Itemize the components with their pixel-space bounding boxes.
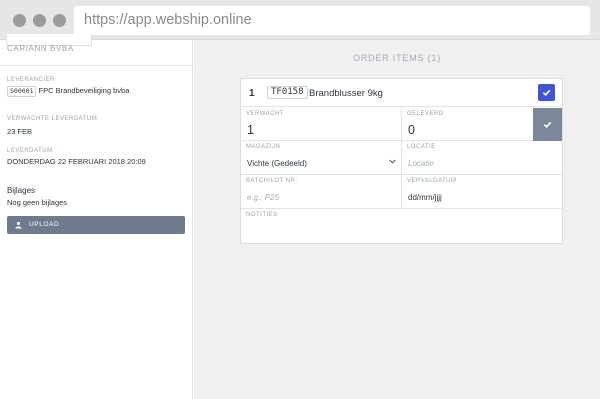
address-bar[interactable]: https://app.webship.online: [74, 6, 590, 35]
sidebar: CARIANN BVBA LEVERANCIER S00001 FPC Brand…: [0, 34, 193, 399]
verwachte-leverdatum-label: VERWACHTE LEVERDATUM: [7, 116, 98, 122]
order-item-header: 1 TF0158 Brandblusser 9kg: [241, 79, 562, 107]
leverancier-value: S00001 FPC Brandbeveiliging bvba: [7, 86, 129, 97]
geleverd-value: 0: [408, 123, 415, 137]
verwacht-value: 1: [247, 123, 254, 137]
batch-lot-input[interactable]: BATCH/LOT NR. e.g.: P25: [241, 175, 402, 209]
verwacht-field[interactable]: VERWACHT 1: [241, 108, 402, 141]
order-item-card: 1 TF0158 Brandblusser 9kg VERWACHT 1 GEL…: [240, 78, 563, 244]
divider: [0, 65, 193, 66]
leverdatum-label: LEVERDATUM: [7, 148, 53, 154]
supplier-name: FPC Brandbeveiliging bvba: [38, 86, 130, 95]
vervaldatum-input[interactable]: VERVALDATUM dd/mm/jjjj: [402, 175, 562, 209]
order-items-title: ORDER ITEMS (1): [352, 53, 441, 63]
bijlages-title: Bijlages: [7, 186, 36, 195]
leverdatum-value: DONDERDAG 22 FEBRUARI 2018 20:09: [7, 157, 146, 166]
vervaldatum-label: VERVALDATUM: [407, 178, 457, 184]
vervaldatum-value: dd/mm/jjjj: [408, 193, 442, 202]
upload-icon: [15, 221, 22, 229]
geleverd-field[interactable]: GELEVERD 0: [402, 108, 533, 141]
locatie-placeholder: Locatie: [408, 159, 434, 168]
company-name: CARIANN BVBA: [7, 44, 74, 53]
upload-label: UPLOAD: [29, 221, 60, 228]
column-divider: [401, 108, 402, 209]
item-name: Brandblusser 9kg: [309, 88, 383, 99]
verwachte-leverdatum-value: 23 FEB: [7, 127, 33, 136]
check-icon: [542, 89, 551, 96]
upload-button[interactable]: UPLOAD: [7, 216, 185, 234]
window-close-dot[interactable]: [13, 14, 26, 27]
confirm-item-button[interactable]: [538, 84, 555, 101]
supplier-code-badge: S00001: [7, 86, 37, 97]
window-minimize-dot[interactable]: [33, 14, 46, 27]
chevron-down-icon: [389, 159, 396, 164]
notities-input[interactable]: NOTITIES: [241, 209, 562, 243]
item-number: 1: [249, 88, 255, 99]
leverancier-label: LEVERANCIER: [7, 77, 55, 83]
magazijn-label: MAGAZIJN: [246, 144, 281, 150]
batch-placeholder: e.g.: P25: [247, 193, 280, 202]
app-frame: CARIANN BVBA LEVERANCIER S00001 FPC Brand…: [0, 34, 600, 399]
magazijn-select[interactable]: MAGAZIJN Vichte (Gedeeld): [241, 141, 402, 175]
item-code-badge: TF0158: [267, 86, 308, 99]
verwacht-label: VERWACHT: [246, 111, 285, 117]
locatie-label: LOCATIE: [407, 144, 436, 150]
notities-label: NOTITIES: [246, 212, 278, 218]
magazijn-value: Vichte (Gedeeld): [247, 159, 307, 168]
main-panel: ORDER ITEMS (1) 1 TF0158 Brandblusser 9k…: [194, 40, 600, 399]
locatie-input[interactable]: LOCATIE Locatie: [402, 141, 562, 175]
check-icon: [543, 121, 552, 128]
set-delivered-button[interactable]: [533, 108, 562, 141]
bijlages-value: Nog geen bijlages: [7, 198, 68, 207]
window-maximize-dot[interactable]: [53, 14, 66, 27]
batch-label: BATCH/LOT NR.: [246, 178, 298, 184]
geleverd-label: GELEVERD: [407, 111, 444, 117]
